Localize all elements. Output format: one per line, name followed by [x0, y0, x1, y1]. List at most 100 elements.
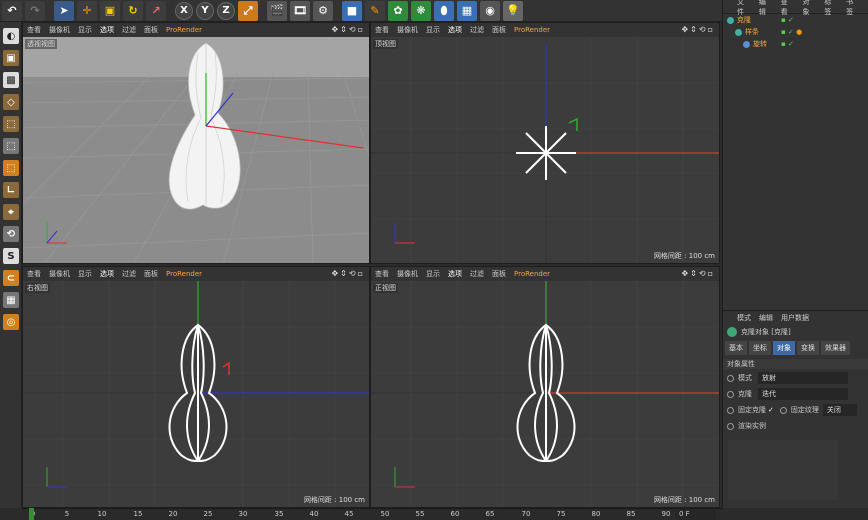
object-row-spline[interactable]: 样条 ▪ ✓ ● [723, 26, 868, 38]
menu-filter[interactable]: 过滤 [470, 269, 484, 279]
menu-view[interactable]: 查看 [375, 269, 389, 279]
lock-workplane-icon[interactable]: ▦ [3, 292, 19, 308]
object-row-lathe[interactable]: 旋转 ▪ ✓ [723, 38, 868, 50]
tab-transform[interactable]: 变换 [797, 341, 819, 355]
cloner-icon[interactable]: ❋ [411, 0, 431, 21]
menu-display[interactable]: 显示 [78, 25, 92, 35]
select-tool-icon[interactable]: ➤ [54, 0, 74, 21]
axis-mode-icon[interactable]: ∟ [3, 182, 19, 198]
menu-panel[interactable]: 面板 [492, 25, 506, 35]
axis-x-button[interactable]: X [175, 1, 193, 20]
edges-mode-icon[interactable]: ⬚ [3, 138, 19, 154]
viewport-nav-icons[interactable]: ✥⇕⟲▫ [331, 25, 365, 34]
move-tool-icon[interactable]: ✛ [77, 0, 97, 21]
deformer-icon[interactable]: ⬮ [434, 0, 454, 21]
menu-camera[interactable]: 摄像机 [397, 25, 418, 35]
menu-display[interactable]: 显示 [78, 269, 92, 279]
visibility-flags[interactable]: ▪ ✓ ● [781, 28, 802, 36]
menu-filter[interactable]: 过滤 [470, 25, 484, 35]
visibility-flags[interactable]: ▪ ✓ [781, 40, 794, 48]
tab-effectors[interactable]: 效果器 [821, 341, 850, 355]
mode-radio[interactable] [727, 374, 734, 382]
menu-filter[interactable]: 过滤 [122, 25, 136, 35]
am-menu-userdata[interactable]: 用户数据 [781, 313, 809, 323]
mode-select[interactable]: 放射 [758, 372, 848, 384]
fixed-clone-radio[interactable] [727, 406, 734, 414]
menu-prorender[interactable]: ProRender [166, 270, 202, 278]
viewport-right[interactable]: 查看 摄像机 显示 选项 过滤 面板 ProRender ✥⇕⟲▫ 右视图 网格… [22, 266, 370, 508]
menu-view[interactable]: 查看 [27, 269, 41, 279]
viewport-perspective[interactable]: 查看 摄像机 显示 选项 过滤 面板 ProRender ✥⇕⟲▫ 透视视图 [22, 22, 370, 264]
menu-options[interactable]: 选项 [448, 269, 462, 279]
viewport-top[interactable]: 查看 摄像机 显示 选项 过滤 面板 ProRender ✥⇕⟲▫ 顶视图 网格… [370, 22, 720, 264]
model-mode-icon[interactable]: ▣ [3, 50, 19, 66]
tab-coord[interactable]: 坐标 [749, 341, 771, 355]
render-view-icon[interactable]: 🎬 [267, 0, 287, 21]
menu-prorender[interactable]: ProRender [514, 26, 550, 34]
menu-prorender[interactable]: ProRender [166, 26, 202, 34]
axis-y-button[interactable]: Y [196, 1, 214, 20]
solo-icon[interactable]: S [3, 248, 19, 264]
workplane-icon[interactable]: ◇ [3, 94, 19, 110]
current-frame-field[interactable]: 0 F [676, 510, 716, 520]
pen-spline-icon[interactable]: ✎ [365, 0, 385, 21]
viewport-nav-icons[interactable]: ✥⇕⟲▫ [681, 25, 715, 34]
render-instance-radio[interactable] [727, 422, 734, 430]
timeline-ruler[interactable]: 0 5 10 15 20 25 30 35 40 45 50 55 60 65 … [22, 508, 722, 520]
menu-panel[interactable]: 面板 [492, 269, 506, 279]
am-menu-edit[interactable]: 编辑 [759, 313, 773, 323]
make-editable-icon[interactable]: ◐ [3, 28, 19, 44]
viewport-front[interactable]: 查看 摄像机 显示 选项 过滤 面板 ProRender ✥⇕⟲▫ 正视图 网格… [370, 266, 720, 508]
cube-primitive-icon[interactable]: ■ [342, 0, 362, 21]
axis-z-button[interactable]: Z [217, 1, 235, 20]
fixed-texture-select[interactable]: 关闭 [822, 404, 857, 416]
rotate-tool-icon[interactable]: ↻ [123, 0, 143, 21]
points-mode-icon[interactable]: ⬚ [3, 116, 19, 132]
tab-basic[interactable]: 基本 [725, 341, 747, 355]
menu-view[interactable]: 查看 [27, 25, 41, 35]
fixed-clone-checkbox[interactable]: ✓ [768, 406, 774, 414]
render-settings-icon[interactable]: ⚙ [313, 0, 333, 21]
menu-camera[interactable]: 摄像机 [49, 269, 70, 279]
quantize-icon[interactable]: ◎ [3, 314, 19, 330]
snap-icon[interactable]: ⟲ [3, 226, 19, 242]
polygons-mode-icon[interactable]: ⬚ [3, 160, 19, 176]
menu-options[interactable]: 选项 [100, 25, 114, 35]
undo-icon[interactable]: ↶ [2, 0, 22, 21]
menu-panel[interactable]: 面板 [144, 269, 158, 279]
menu-camera[interactable]: 摄像机 [397, 269, 418, 279]
coordinate-system-icon[interactable]: ⤢ [238, 0, 258, 21]
subdivision-icon[interactable]: ✿ [388, 0, 408, 21]
menu-options[interactable]: 选项 [100, 269, 114, 279]
clone-select[interactable]: 迭代 [758, 388, 848, 400]
viewport-nav-icons[interactable]: ✥⇕⟲▫ [331, 269, 365, 278]
timeline-tick: 85 [626, 510, 636, 518]
menu-camera[interactable]: 摄像机 [49, 25, 70, 35]
timeline-playhead[interactable] [29, 508, 34, 520]
section-header: 对象属性 [723, 359, 868, 369]
menu-options[interactable]: 选项 [448, 25, 462, 35]
menu-prorender[interactable]: ProRender [514, 270, 550, 278]
tweak-mode-icon[interactable]: ⌖ [3, 204, 19, 220]
menu-filter[interactable]: 过滤 [122, 269, 136, 279]
redo-icon[interactable]: ↷ [25, 0, 45, 21]
object-row-cloner[interactable]: 克隆 ▪ ✓ [723, 14, 868, 26]
magnet-icon[interactable]: ⊂ [3, 270, 19, 286]
viewport-nav-icons[interactable]: ✥⇕⟲▫ [681, 269, 715, 278]
floor-environment-icon[interactable]: ▦ [457, 0, 477, 21]
clone-radio[interactable] [727, 390, 734, 398]
scale-tool-icon[interactable]: ▣ [100, 0, 120, 21]
visibility-flags[interactable]: ▪ ✓ [781, 16, 794, 24]
tab-object[interactable]: 对象 [773, 341, 795, 355]
am-menu-mode[interactable]: 模式 [737, 313, 751, 323]
texture-mode-icon[interactable]: ▩ [3, 72, 19, 88]
menu-display[interactable]: 显示 [426, 25, 440, 35]
light-icon[interactable]: 💡 [503, 0, 523, 21]
menu-view[interactable]: 查看 [375, 25, 389, 35]
menu-panel[interactable]: 面板 [144, 25, 158, 35]
camera-icon[interactable]: ◉ [480, 0, 500, 21]
fixed-texture-radio[interactable] [779, 406, 787, 414]
recent-tool-icon[interactable]: ↗ [146, 0, 166, 21]
menu-display[interactable]: 显示 [426, 269, 440, 279]
render-picture-viewer-icon[interactable]: 🎞 [290, 0, 310, 21]
